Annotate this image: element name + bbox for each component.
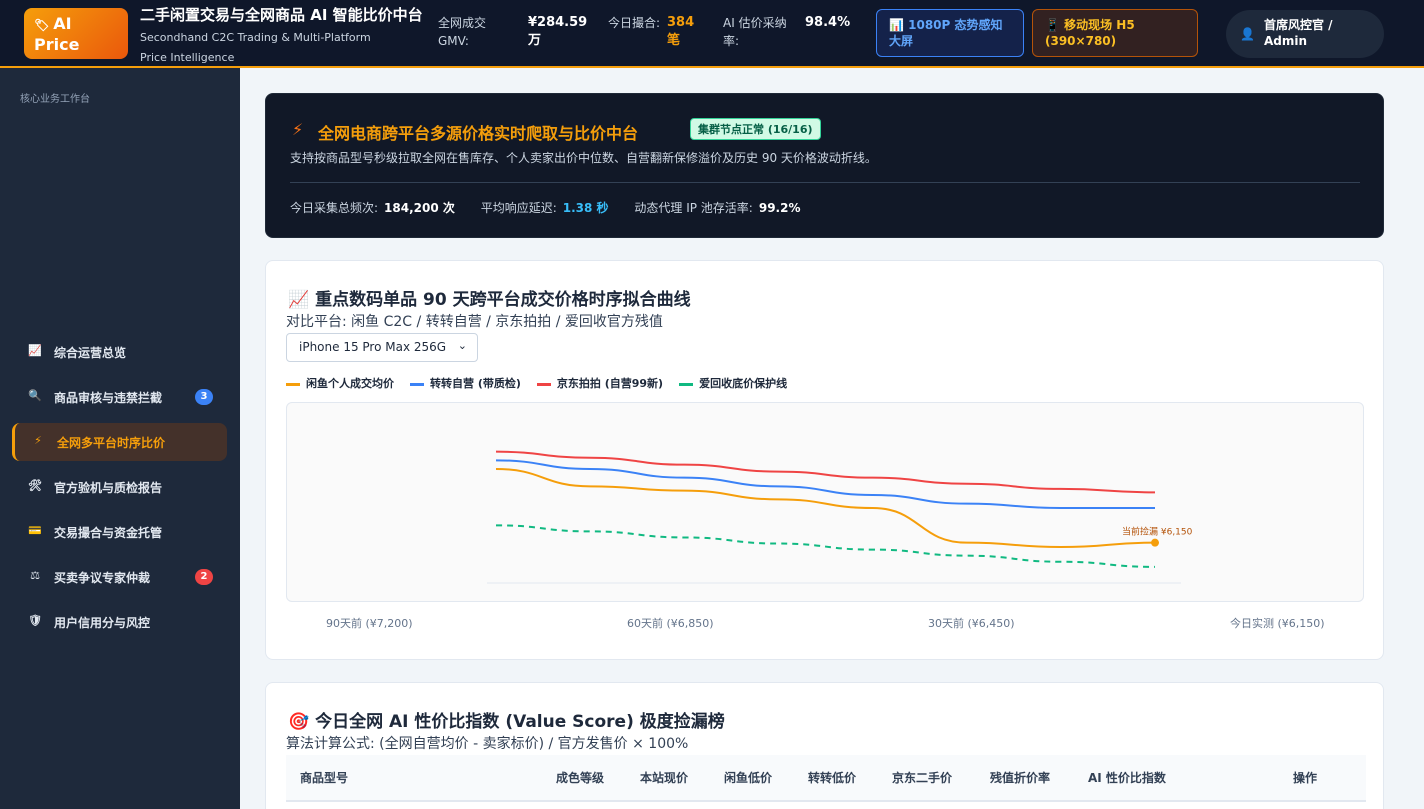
sidebar-item-label: 全网多平台时序比价 [57,436,166,450]
column-header: 本站现价 [626,755,710,802]
kpi-label: 今日撮合: [608,16,661,30]
legend-item: 转转自营 (带质检) [410,377,521,390]
count-badge: 2 [195,569,213,585]
nav-icon: 📈 [28,344,42,357]
sidebar-item[interactable]: 🔍 商品审核与违禁拦截 3 [12,378,227,416]
legend-item: 爱回收底价保护线 [679,377,787,390]
app-subtitle: Secondhand C2C Trading & Multi-Platform … [140,31,371,64]
stat-label: 动态代理 IP 池存活率: [634,201,753,215]
current-price-annotation: 当前捡漏 ¥6,150 [1122,526,1193,538]
column-header: 商品型号 [286,755,542,802]
legend-item: 闲鱼个人成交均价 [286,377,394,390]
status-badge: 集群节点正常 (16/16) [690,118,821,140]
stat-value: 184,200 次 [384,201,455,215]
count-badge: 3 [195,389,213,405]
current-price-point [1151,538,1159,547]
column-header: 京东二手价 [878,755,976,802]
sidebar-item-label: 用户信用分与风控 [54,616,151,630]
nav-icon: ⚡ [34,434,42,447]
legend-swatch [536,382,551,386]
kpi-value: ¥284.59 万 [528,15,588,48]
kpi-value: 384 笔 [667,15,695,48]
bolt-icon: ⚡ [292,120,304,139]
divider [290,182,1360,183]
column-header: 闲鱼低价 [710,755,794,802]
stat-label: 平均响应延迟: [480,201,557,215]
legend-label: 京东拍拍 (自营99新) [556,377,664,390]
legend-label: 转转自营 (带质检) [430,377,521,390]
sidebar-item-label: 交易撮合与资金托管 [54,526,163,540]
hero-description: 支持按商品型号秒级拉取全网在售库存、个人卖家出价中位数、自营翻新保修溢价及历史 … [290,151,877,165]
sidebar-item[interactable]: 💳 交易撮合与资金托管 [12,513,227,551]
kpi-matches: 今日撮合: 384 笔 [608,14,694,48]
trend-card: 📈 重点数码单品 90 天跨平台成交价格时序拟合曲线 对比平台: 闲鱼 C2C … [265,260,1384,660]
sidebar-heading: 核心业务工作台 [20,94,90,105]
sidebar-item[interactable]: 🛠 官方验机与质检报告 [12,468,227,506]
kpi-label: AI 估价采纳率: [723,16,787,48]
stat-value: 1.38 秒 [562,201,609,215]
hero-stats: 今日采集总频次: 184,200 次 平均响应延迟: 1.38 秒 动态代理 IP … [290,199,822,216]
legend-label: 爱回收底价保护线 [699,377,788,390]
series-line [495,459,1155,509]
column-header: 成色等级 [542,755,626,802]
x-tick-label: 30天前 (¥6,450) [928,617,1015,630]
legend-label: 闲鱼个人成交均价 [306,377,394,390]
chart-legend: 闲鱼个人成交均价 转转自营 (带质检) 京东拍拍 (自营99新) 爱回收底价保护线 [286,375,803,391]
tag-icon: 🏷 [34,18,50,32]
value-card-formula: 算法计算公式: (全网自营均价 - 卖家标价) / 官方发售价 × 100% [286,736,689,752]
product-select[interactable]: iPhone 15 Pro Max 256G ⌄ [286,333,478,362]
legend-item: 京东拍拍 (自营99新) [536,377,664,390]
nav-icon: 🛠 [28,479,42,492]
x-tick-label: 90天前 (¥7,200) [326,617,413,630]
column-header: 转转低价 [794,755,878,802]
stat-value: 99.2% [758,201,801,215]
top-header: 🏷 AI Price 二手闲置交易与全网商品 AI 智能比价中台 Secondha… [0,0,1424,68]
column-header: 残值折价率 [976,755,1074,802]
sidebar-item-label: 买卖争议专家仲裁 [54,571,151,585]
price-trend-chart: 当前捡漏 ¥6,150 [487,450,1193,584]
kpi-gmv: 全网成交 GMV: ¥284.59 万 [438,14,587,50]
stat-label: 今日采集总频次: [290,201,379,215]
nav-icon: 🔍 [28,389,42,402]
app-title: 二手闲置交易与全网商品 AI 智能比价中台 [140,6,423,24]
dashboard-button[interactable]: 📊 1080P 态势感知大屏 [876,9,1024,57]
sidebar-item-label: 综合运营总览 [54,346,127,360]
legend-swatch [410,382,424,386]
trend-card-subtitle: 对比平台: 闲鱼 C2C / 转转自营 / 京东拍拍 / 爱回收官方残值 [286,314,663,330]
kpi-adoption: AI 估价采纳率: 98.4% [723,14,850,50]
user-icon: 👤 [1240,27,1255,41]
user-name: 首席风控官 / Admin [1264,18,1333,48]
column-header: AI 性价比指数 [1074,755,1244,802]
trend-card-title: 📈 重点数码单品 90 天跨平台成交价格时序拟合曲线 [288,290,691,310]
value-score-table: 商品型号 成色等级 本站现价 闲鱼低价 转转低价 京东二手价 残值折价率 AI 性价比指数 操作 [286,755,1366,802]
legend-swatch [679,382,694,386]
chevron-down-icon: ⌄ [457,339,467,352]
value-card-title: 🎯 今日全网 AI 性价比指数 (Value Score) 极度捡漏榜 [288,712,725,732]
nav-icon: 🛡 [28,614,42,627]
value-score-card: 🎯 今日全网 AI 性价比指数 (Value Score) 极度捡漏榜 算法计算… [265,682,1384,809]
sidebar-item[interactable]: ⚖ 买卖争议专家仲裁 2 [12,558,227,596]
mobile-h5-button[interactable]: 📱 移动现场 H5 (390×780) [1032,9,1198,57]
product-select-value: iPhone 15 Pro Max 256G [299,340,447,354]
sidebar-item[interactable]: 📈 综合运营总览 [12,333,227,371]
user-menu[interactable]: 👤 首席风控官 / Admin [1226,10,1384,58]
sidebar: 核心业务工作台 📈 综合运营总览 🔍 商品审核与违禁拦截 3 ⚡ 全网多平台时序比价 🛠 官方验… [0,68,240,809]
x-tick-label: 今日实测 (¥6,150) [1230,617,1325,630]
sidebar-item[interactable]: ⚡ 全网多平台时序比价 [12,423,227,461]
kpi-label: 全网成交 GMV: [438,16,487,48]
column-header: 操作 [1244,755,1366,802]
sidebar-item-label: 商品审核与违禁拦截 [54,391,163,405]
sidebar-item[interactable]: 🛡 用户信用分与风控 [12,603,227,641]
chart-plot-area: 当前捡漏 ¥6,150 [286,402,1364,602]
hero-title: 全网电商跨平台多源价格实时爬取与比价中台 [318,124,639,143]
legend-swatch [286,382,300,386]
logo[interactable]: 🏷 AI Price [24,8,128,59]
sidebar-item-label: 官方验机与质检报告 [54,481,163,495]
kpi-value: 98.4% [805,15,851,30]
nav-icon: ⚖ [30,569,40,582]
nav-icon: 💳 [28,524,42,537]
x-tick-label: 60天前 (¥6,850) [627,617,714,630]
crawler-hero-panel: ⚡ 全网电商跨平台多源价格实时爬取与比价中台 集群节点正常 (16/16) 支持… [265,93,1384,238]
table-header-row: 商品型号 成色等级 本站现价 闲鱼低价 转转低价 京东二手价 残值折价率 AI 性价比指数 操作 [286,755,1366,802]
